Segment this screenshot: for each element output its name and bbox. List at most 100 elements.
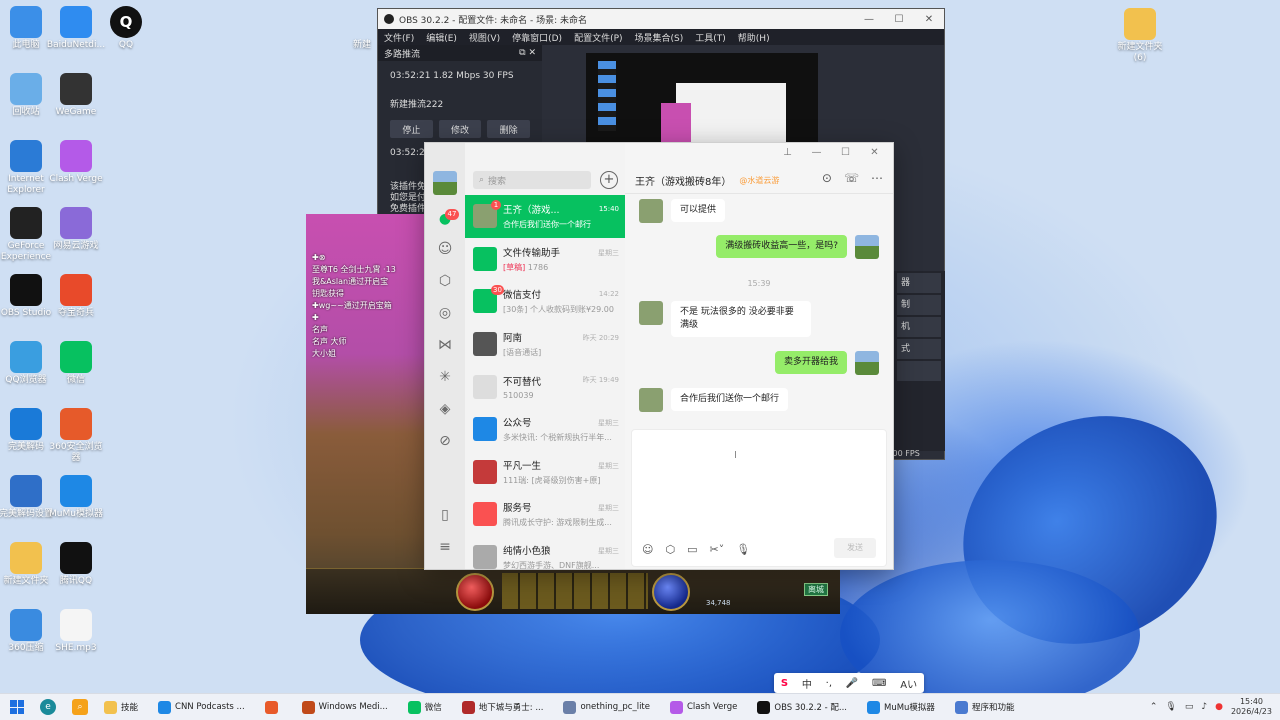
stop-button[interactable]: 停止 [390,120,433,138]
windows-start-icon[interactable] [10,700,24,714]
desktop-icon-partial[interactable]: 新建 [342,40,382,51]
keyboard-icon[interactable]: ⌨ [872,678,886,689]
message-bubble[interactable]: 满级搬砖收益高一些，是吗? [716,235,847,258]
add-button[interactable]: + [600,171,618,189]
chevron-up-icon[interactable]: ⌃ [1150,702,1158,712]
edit-button[interactable]: 修改 [438,120,482,138]
taskbar-app[interactable]: CNN Podcasts ... [154,696,249,718]
minimize-icon[interactable]: — [854,14,884,25]
message-bubble[interactable]: 可以提供 [671,199,726,222]
desktop-icon[interactable]: 腾讯QQ [46,542,106,587]
ime-ai[interactable]: Aい [900,676,917,691]
emoji-icon[interactable]: ☺ [642,543,653,556]
obs-preview-canvas[interactable] [586,53,818,148]
desktop-icon[interactable]: 网易云游戏 [46,207,106,252]
desktop-icon[interactable]: WeGame [46,73,106,118]
delete-button[interactable]: 删除 [487,120,531,138]
skill-slots[interactable] [502,573,648,609]
sticker-icon[interactable]: ⬡ [665,543,675,556]
menu-help[interactable]: 帮助(H) [732,31,776,44]
desktop-icon[interactable]: 360安全浏览器 [46,408,106,464]
chat-list-item[interactable]: 服务号 腾讯成长守护: 游戏限制生成... 星期三 [465,493,625,536]
close-icon[interactable]: ⧉ ✕ [519,48,536,58]
ime-toolbar[interactable]: S 中 ·, 🎤 ⌨ Aい [774,673,924,693]
search-icon[interactable]: ✳ [435,367,455,387]
taskbar-app[interactable]: 程序和功能 [951,696,1019,718]
desktop-icon[interactable]: 微信 [46,341,106,386]
search-input[interactable]: ⌕ 搜索 [473,171,591,189]
avatar[interactable] [639,301,663,325]
menu-file[interactable]: 文件(F) [378,31,420,44]
desktop-icon-new-folder[interactable]: 新建文件夹 (6) [1110,8,1170,64]
obs-control-button[interactable]: 制 [897,295,941,315]
desktop-icon[interactable]: SHE.mp3 [46,609,106,654]
menu-docks[interactable]: 停靠窗口(D) [506,31,568,44]
scissors-icon[interactable]: ✂˅ [709,543,724,556]
pin-icon[interactable]: ⊥ [773,147,802,158]
taskbar-app[interactable]: Windows Medi... [298,696,392,718]
maximize-icon[interactable]: ☐ [831,147,860,158]
menu-scene-collection[interactable]: 场景集合(S) [629,31,690,44]
desktop-icon[interactable]: MuMu模拟器 [46,475,106,520]
phone-icon[interactable]: ▯ [435,505,455,525]
message-bubble[interactable]: 卖多开器给我 [774,351,847,374]
taskbar-app[interactable]: Clash Verge [666,696,741,718]
taskbar-app[interactable]: 地下城与勇士: ... [458,696,548,718]
edge-icon[interactable]: e [40,699,56,715]
wechat-window[interactable]: ● 47 ☺ ⬡ ◎ ⋈ ✳ ◈ ⊘ ▯ ≡ ⌕ 搜索 + 1 王齐（游戏... 合… [424,142,894,570]
desktop-icon-qq[interactable]: Q QQ [96,6,156,51]
send-button[interactable]: 发送 [834,538,876,558]
close-icon[interactable]: ✕ [860,147,889,158]
menu-view[interactable]: 视图(V) [463,31,506,44]
more-icon[interactable]: ⋯ [871,171,883,185]
phone-call-icon[interactable]: ☏ [844,171,859,185]
avatar[interactable] [639,388,663,412]
antivirus-icon[interactable]: ● [1215,702,1223,712]
taskbar-app[interactable] [261,696,286,718]
ime-mode[interactable]: 中 [802,676,812,691]
taskbar-app[interactable]: MuMu模拟器 [863,696,939,718]
microphone-icon[interactable]: 🎙 [736,543,750,556]
microphone-icon[interactable]: 🎤 [846,678,858,689]
avatar[interactable] [855,351,879,375]
chat-list-item[interactable]: 不可替代 510039 昨天 19:49 [465,365,625,408]
chat-list-item[interactable]: 平凡一生 111瑞: [虎哥级别伤害+原] 星期三 [465,451,625,494]
minimize-icon[interactable]: — [802,147,831,158]
obs-control-button[interactable]: 机 [897,317,941,337]
avatar[interactable] [855,235,879,259]
message-input[interactable]: I ☺ ⬡ ▭ ✂˅ 🎙 发送 [631,429,887,567]
menu-tools[interactable]: 工具(T) [689,31,732,44]
taskbar-app[interactable]: 微信 [404,696,446,718]
contacts-icon[interactable]: ☺ [435,239,455,259]
chat-bubble-icon[interactable]: ⊙ [822,171,832,185]
moments-icon[interactable]: ◎ [435,303,455,323]
exit-town-button[interactable]: 离城 [804,583,828,596]
taskbar-app[interactable]: onething_pc_lite [559,696,654,718]
link-icon[interactable]: ⊘ [435,431,455,451]
maximize-icon[interactable]: ☐ [884,14,914,25]
chat-list-item[interactable]: 阿南 [语音通话] 昨天 20:29 [465,323,625,366]
chat-list-item[interactable]: 文件传输助手 [草稿] 1786 星期三 [465,238,625,281]
mini-program-icon[interactable]: ◈ [435,399,455,419]
folder-icon[interactable]: ▭ [687,543,697,556]
microphone-icon[interactable]: 🎙 [1165,702,1176,712]
desktop-icon[interactable]: 夺宝奇兵 [46,274,106,319]
network-icon[interactable]: ▭ [1185,702,1194,712]
chat-list-item[interactable]: 30 微信支付 [30条] 个人收款码到账¥29.00 14:22 [465,280,625,323]
message-bubble[interactable]: 不是 玩法很多的 没必要非要满级 [671,301,811,337]
chat-list-item[interactable]: 1 王齐（游戏... 合作后我们送你一个邮行 15:40 [465,195,625,238]
ime-punct[interactable]: ·, [826,678,832,689]
menu-profile[interactable]: 配置文件(P) [568,31,628,44]
menu-icon[interactable]: ≡ [435,537,455,557]
close-icon[interactable]: ✕ [914,14,944,25]
avatar[interactable] [433,171,457,195]
obs-control-button[interactable] [897,361,941,381]
chat-list-item[interactable]: 公众号 多米快讯: 个税新规执行半年... 星期三 [465,408,625,451]
clock[interactable]: 15:40 2026/4/23 [1231,697,1272,717]
search-icon[interactable]: ⌕ [72,699,88,715]
menu-edit[interactable]: 编辑(E) [420,31,463,44]
channels-icon[interactable]: ⋈ [435,335,455,355]
sogou-icon[interactable]: S [781,678,788,689]
desktop-icon[interactable]: Clash Verge [46,140,106,185]
chat-list-item[interactable]: 纯情小色狼 梦幻西游手游、DNF旗舰... 星期三 [465,536,625,569]
